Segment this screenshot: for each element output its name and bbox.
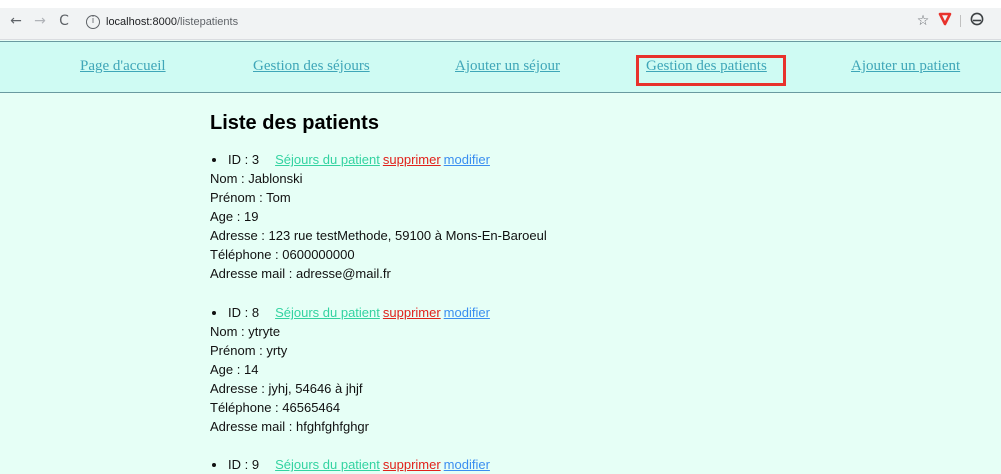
- url-path: /listepatients: [176, 16, 239, 28]
- browser-toolbar: ← → C i localhost:8000/listepatients ☆: [0, 0, 1001, 40]
- patient-stays-link[interactable]: Séjours du patient: [275, 150, 380, 169]
- page-title: Liste des patients: [210, 112, 379, 134]
- patient-adresse: Adresse : 123 rue testMethode, 59100 à M…: [210, 228, 547, 243]
- edit-patient-link[interactable]: modifier: [444, 150, 490, 169]
- patient-age: Age : 14: [210, 362, 259, 377]
- nav-home-link[interactable]: Page d'accueil: [80, 58, 166, 75]
- address-bar[interactable]: i localhost:8000/listepatients: [80, 12, 935, 32]
- url-host: localhost:8000: [106, 16, 177, 28]
- bullet-icon: [212, 310, 216, 315]
- patient-adresse: Adresse : jyhj, 54646 à jhjf: [210, 381, 363, 396]
- nav-add-patient-link[interactable]: Ajouter un patient: [851, 58, 960, 75]
- patient-id: ID : 8: [228, 305, 260, 320]
- active-nav-highlight: [636, 55, 786, 86]
- patient-id: ID : 3: [228, 152, 260, 167]
- patient-prenom: Prénom : Tom: [210, 190, 291, 205]
- patient-header: ID : 8 Séjours du patient supprimer modi…: [210, 303, 490, 322]
- patient-nom: Nom : Jablonski: [210, 171, 303, 186]
- forward-icon[interactable]: →: [32, 13, 48, 29]
- patient-mail: Adresse mail : adresse@mail.fr: [210, 266, 391, 281]
- patient-header: ID : 3 Séjours du patient supprimer modi…: [210, 150, 547, 169]
- bullet-icon: [212, 157, 216, 162]
- star-icon[interactable]: ☆: [914, 12, 932, 30]
- reload-icon[interactable]: C: [56, 13, 72, 29]
- delete-patient-link[interactable]: supprimer: [383, 303, 441, 322]
- patient-mail: Adresse mail : hfghfghfghgr: [210, 419, 369, 434]
- list-item: ID : 8 Séjours du patient supprimer modi…: [210, 303, 490, 436]
- patient-nom: Nom : ytryte: [210, 324, 281, 339]
- edit-patient-link[interactable]: modifier: [444, 303, 490, 322]
- delete-patient-link[interactable]: supprimer: [383, 150, 441, 169]
- patient-age: Age : 19: [210, 209, 259, 224]
- patient-stays-link[interactable]: Séjours du patient: [275, 303, 380, 322]
- patient-telephone: Téléphone : 0600000000: [210, 247, 355, 262]
- patient-prenom: Prénom : yrty: [210, 343, 288, 358]
- address-url[interactable]: localhost:8000/listepatients: [106, 16, 238, 28]
- main-nav: Page d'accueil Gestion des séjours Ajout…: [0, 41, 1001, 93]
- tab-strip: [0, 0, 1001, 8]
- patient-list-section: Liste des patients: [210, 110, 910, 136]
- nav-add-stay-link[interactable]: Ajouter un séjour: [455, 58, 560, 75]
- info-icon[interactable]: i: [86, 15, 100, 29]
- back-icon[interactable]: ←: [8, 13, 24, 29]
- profile-icon[interactable]: [968, 12, 986, 30]
- list-item: ID : 3 Séjours du patient supprimer modi…: [210, 150, 547, 283]
- patient-telephone: Téléphone : 46565464: [210, 400, 341, 415]
- shield-icon[interactable]: [936, 12, 954, 30]
- toolbar-separator: [960, 15, 961, 27]
- nav-stays-link[interactable]: Gestion des séjours: [253, 58, 370, 75]
